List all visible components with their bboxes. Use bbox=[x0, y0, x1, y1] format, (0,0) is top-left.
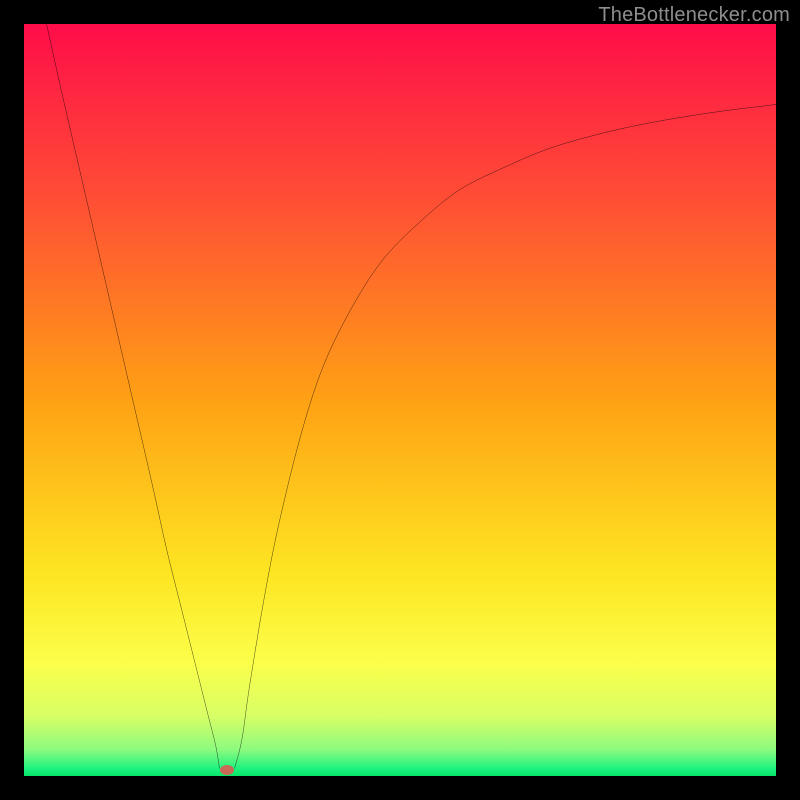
chart-curve-layer bbox=[24, 24, 776, 776]
plot-area bbox=[24, 24, 776, 776]
chart-container: TheBottlenecker.com bbox=[0, 0, 800, 800]
source-attribution: TheBottlenecker.com bbox=[598, 4, 790, 27]
curve-left bbox=[47, 24, 220, 768]
highlight-marker bbox=[220, 765, 234, 775]
curve-right bbox=[235, 104, 776, 768]
